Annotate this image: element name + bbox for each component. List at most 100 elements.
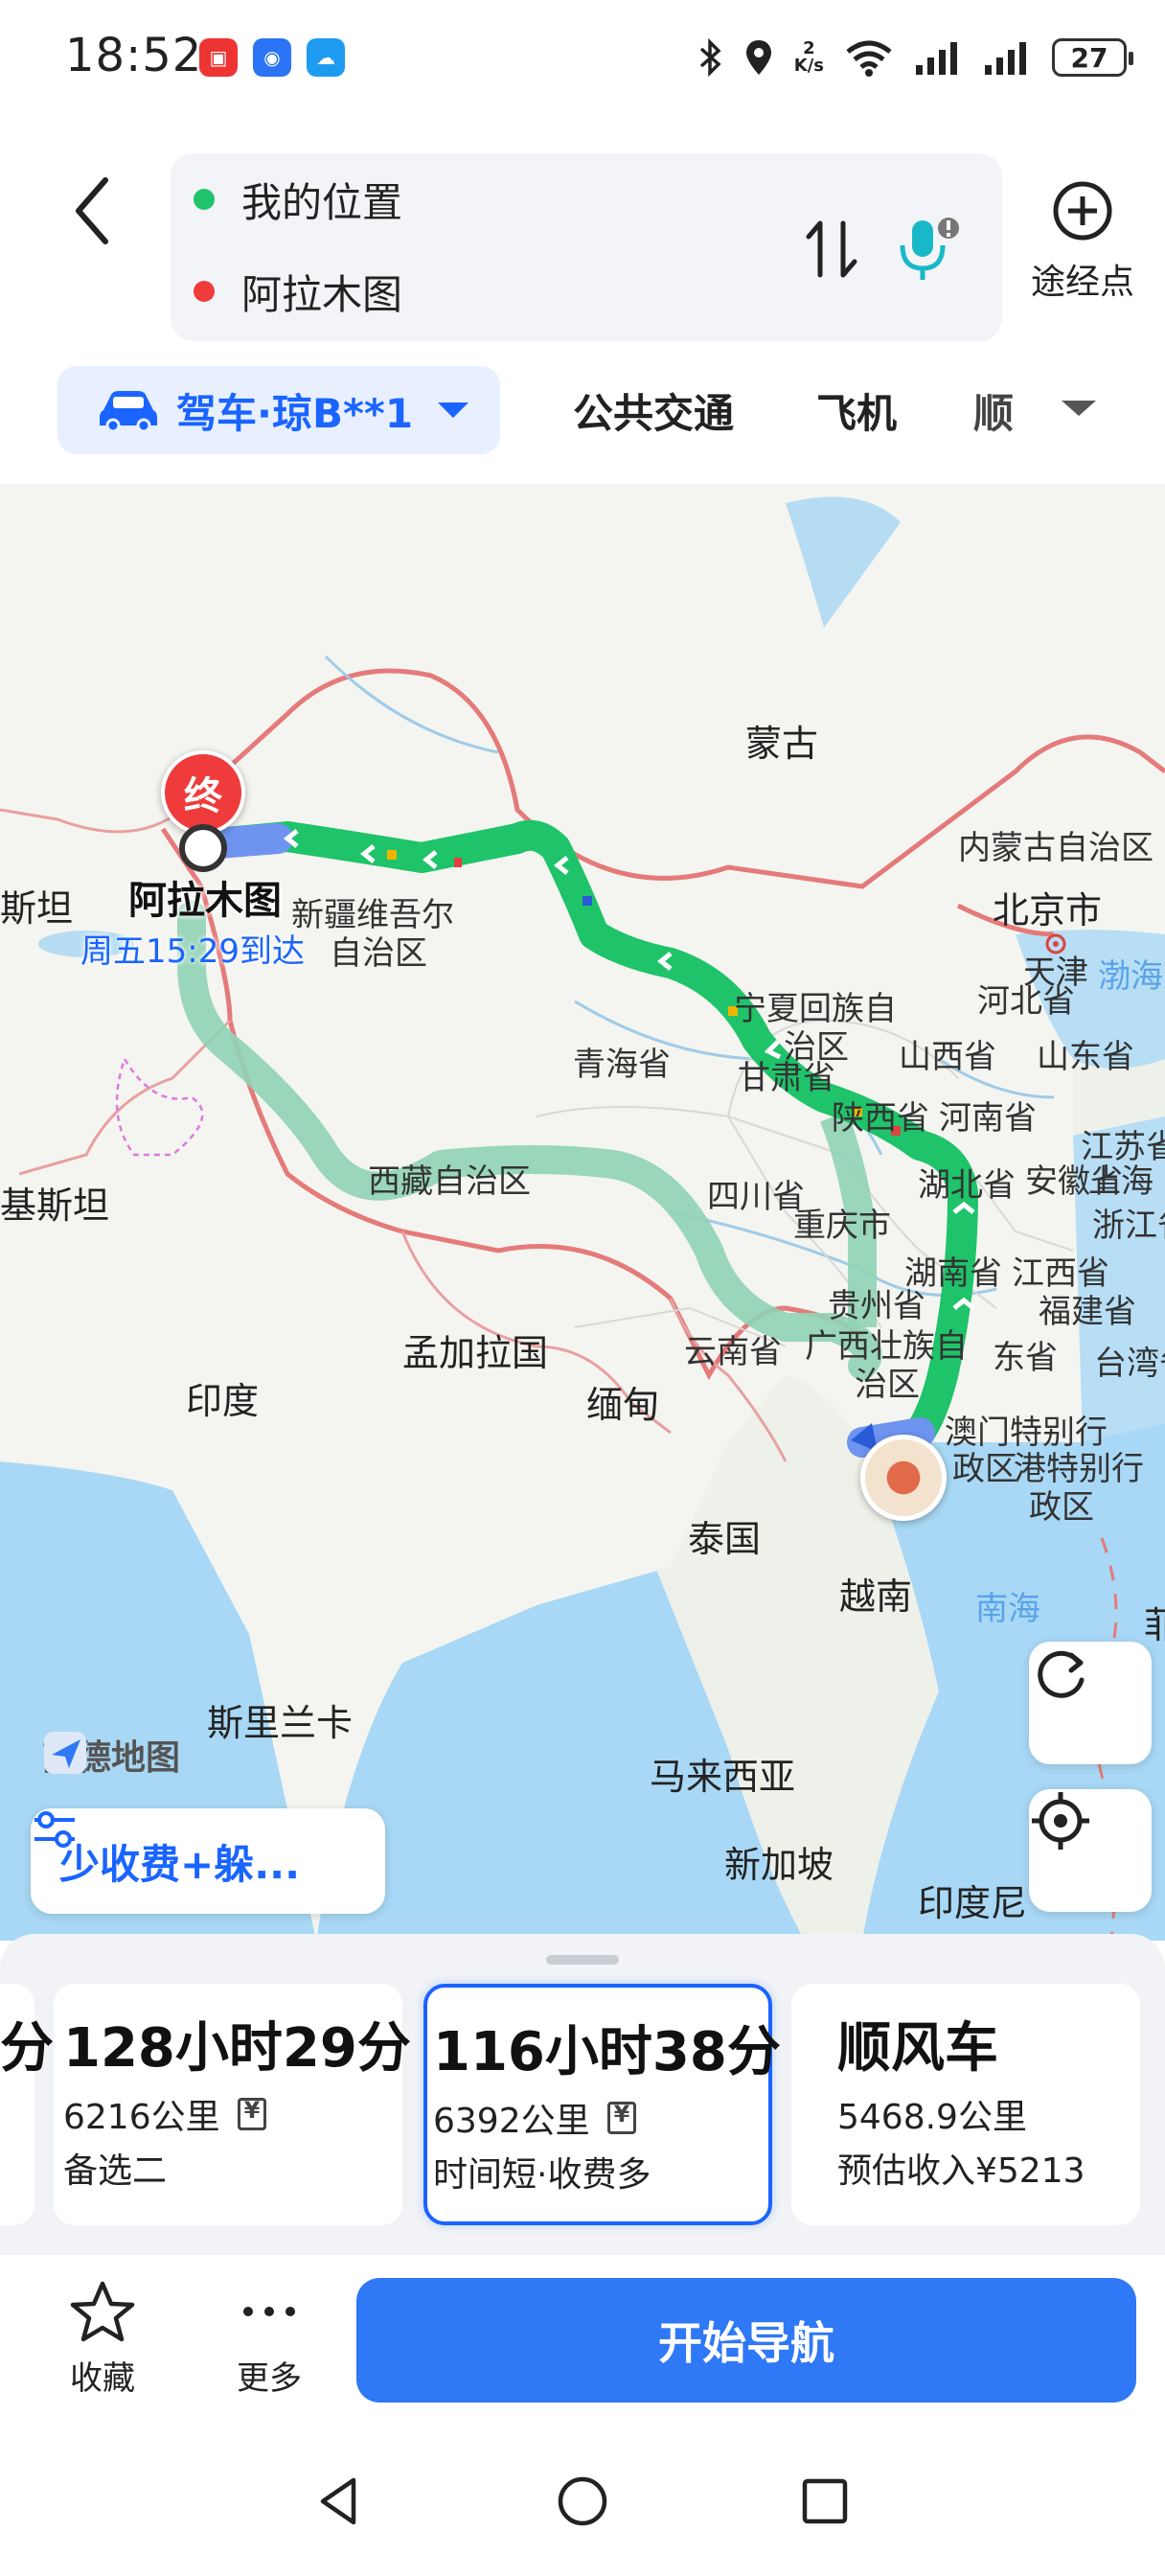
route-time: 116小时38分 bbox=[433, 2021, 781, 2083]
map-label-xinjiang-2: 自治区 bbox=[330, 934, 427, 973]
signal-icon bbox=[916, 42, 957, 75]
map-label-malaysia: 马来西亚 bbox=[650, 1756, 796, 1798]
battery-indicator: 27 bbox=[1052, 38, 1133, 77]
car-icon bbox=[100, 391, 157, 431]
toll-icon bbox=[237, 2097, 266, 2130]
map-label-xizang: 西藏自治区 bbox=[368, 1162, 531, 1201]
current-location-avatar[interactable] bbox=[860, 1435, 947, 1521]
map-label-yunnan: 云南省 bbox=[684, 1333, 782, 1371]
add-waypoint-button[interactable]: 途经点 bbox=[1025, 177, 1140, 311]
map-label-shandong: 山东省 bbox=[1037, 1038, 1134, 1076]
carpool-distance: 5468.9公里 bbox=[837, 2098, 1027, 2137]
system-nav-bar bbox=[0, 2437, 1165, 2576]
map-label-zhejiang: 浙江省 bbox=[1092, 1207, 1165, 1245]
location-icon bbox=[745, 40, 771, 75]
back-button[interactable] bbox=[59, 163, 126, 259]
route-time: 128小时29分 bbox=[63, 2017, 411, 2080]
status-icons: 2 K/s 27 bbox=[698, 29, 1133, 86]
route-options-sheet: 分 128小时29分 6216公里 备选二 116小时38分 6392公里 时间… bbox=[0, 1934, 1165, 2255]
nav-back-button[interactable] bbox=[307, 2468, 374, 2535]
favorite-button[interactable]: 收藏 bbox=[50, 2280, 155, 2399]
map-label-guangdong: 东省 bbox=[993, 1339, 1058, 1377]
clock: 18:52 bbox=[65, 29, 203, 82]
destination-dot bbox=[179, 824, 227, 872]
microphone-icon bbox=[900, 218, 959, 280]
add-circle-icon bbox=[1053, 181, 1112, 241]
swap-button[interactable] bbox=[793, 211, 870, 288]
map-label-fujian: 福建省 bbox=[1039, 1293, 1136, 1331]
map-label-sichuan: 四川省 bbox=[707, 1178, 805, 1216]
route-distance: 6216公里 bbox=[63, 2089, 266, 2139]
origin-field[interactable]: 我的位置 bbox=[194, 171, 402, 228]
swap-icon bbox=[806, 220, 857, 278]
route-preference-chip[interactable]: 少收费+躲... bbox=[31, 1808, 385, 1914]
tab-public-transit[interactable]: 公共交通 bbox=[573, 366, 734, 454]
nav-recents-icon bbox=[802, 2478, 848, 2524]
refresh-button[interactable] bbox=[1029, 1642, 1152, 1764]
bluetooth-icon bbox=[699, 38, 721, 77]
map-label-edge-right: 菲 bbox=[1144, 1604, 1165, 1646]
mode-driving[interactable]: 驾车·琼B**1 bbox=[57, 366, 500, 454]
action-bar: 收藏 更多 开始导航 bbox=[0, 2255, 1165, 2437]
blue-app-icon: ◉ bbox=[253, 38, 291, 77]
tab-carpool[interactable]: 顺 bbox=[973, 366, 1014, 454]
map-canvas bbox=[0, 484, 1165, 1941]
map-label-gansu: 甘肃省 bbox=[738, 1059, 835, 1097]
map-label-vietnam: 越南 bbox=[839, 1576, 913, 1618]
map-label-hubei: 湖北省 bbox=[918, 1166, 1016, 1205]
route-card-partial[interactable]: 分 bbox=[0, 1984, 54, 2225]
toll-icon bbox=[606, 2101, 636, 2134]
signal-icon-2 bbox=[985, 42, 1026, 75]
map-label-mongolia: 蒙古 bbox=[745, 723, 819, 765]
refresh-icon bbox=[1038, 1650, 1085, 1698]
map-label-henan: 河南省 bbox=[939, 1099, 1037, 1138]
route-card-carpool[interactable]: 顺风车 5468.9公里 预估收入¥5213 bbox=[791, 1984, 1140, 2225]
sliders-icon bbox=[34, 1811, 75, 1848]
map-label-taiwan: 台湾省 bbox=[1094, 1345, 1165, 1383]
more-button[interactable]: 更多 bbox=[217, 2280, 322, 2399]
star-icon bbox=[70, 2281, 135, 2342]
start-navigation-button[interactable]: 开始导航 bbox=[356, 2278, 1136, 2403]
map-view[interactable]: 蒙古 内蒙古自治区 新疆维吾尔 自治区 北京市 天津 渤海 河北省 宁夏回族自 … bbox=[0, 484, 1165, 1941]
route-card-selected[interactable]: 116小时38分 6392公里 时间短·收费多 bbox=[423, 1984, 781, 2225]
destination-field[interactable]: 阿拉木图 bbox=[194, 263, 402, 320]
map-label-chongqing: 重庆市 bbox=[793, 1207, 891, 1245]
nav-recents-button[interactable] bbox=[791, 2468, 858, 2535]
map-label-hongkong-2: 政区 bbox=[1029, 1488, 1094, 1527]
route-note: 备选二 bbox=[63, 2151, 168, 2191]
chevron-down-icon bbox=[438, 402, 469, 418]
destination-label: 阿拉木图 bbox=[241, 270, 403, 318]
map-label-beijing: 北京市 bbox=[993, 889, 1103, 932]
origin-dot-icon bbox=[194, 189, 215, 210]
destination-pin[interactable]: 终 bbox=[161, 750, 245, 835]
map-label-edge-left: 斯坦 bbox=[0, 887, 74, 930]
tab-flight[interactable]: 飞机 bbox=[816, 366, 897, 454]
route-card-partial-time: 分 bbox=[0, 2017, 54, 2080]
map-label-bangladesh: 孟加拉国 bbox=[402, 1332, 549, 1374]
route-distance: 6392公里 bbox=[433, 2093, 636, 2143]
more-label: 更多 bbox=[237, 2359, 302, 2398]
locate-me-button[interactable] bbox=[1029, 1789, 1152, 1912]
amap-logo-icon bbox=[44, 1732, 86, 1774]
voice-input-button[interactable] bbox=[884, 206, 971, 292]
waypoint-label: 途经点 bbox=[1030, 263, 1134, 302]
map-label-thailand: 泰国 bbox=[688, 1518, 762, 1560]
map-label-shaanxi: 陕西省 bbox=[832, 1099, 929, 1138]
huawei-app-icon: ▣ bbox=[199, 38, 238, 77]
destination-dot-icon bbox=[194, 281, 215, 302]
nav-back-icon bbox=[320, 2477, 356, 2525]
route-card-alt2[interactable]: 128小时29分 6216公里 备选二 bbox=[54, 1984, 411, 2225]
status-bar: 18:52 ▣ ◉ ☁ 2 K/s 27 bbox=[0, 0, 1165, 115]
nav-home-button[interactable] bbox=[549, 2468, 616, 2535]
route-input-box: 我的位置 阿拉木图 bbox=[171, 153, 1002, 341]
map-label-macau-2: 政区 bbox=[952, 1450, 1017, 1488]
map-label-srilanka: 斯里兰卡 bbox=[207, 1702, 354, 1744]
eta-label: 周五15:29到达 bbox=[80, 932, 305, 971]
cloud-app-icon: ☁ bbox=[307, 38, 345, 77]
carpool-income: 预估收入¥5213 bbox=[837, 2151, 1085, 2191]
drag-handle[interactable] bbox=[546, 1955, 619, 1965]
more-modes-chevron-icon[interactable] bbox=[1062, 401, 1096, 416]
map-label-shanxi: 山西省 bbox=[899, 1038, 996, 1076]
mode-driving-label: 驾车·琼B**1 bbox=[176, 389, 414, 437]
map-label-hebei: 河北省 bbox=[977, 982, 1075, 1021]
